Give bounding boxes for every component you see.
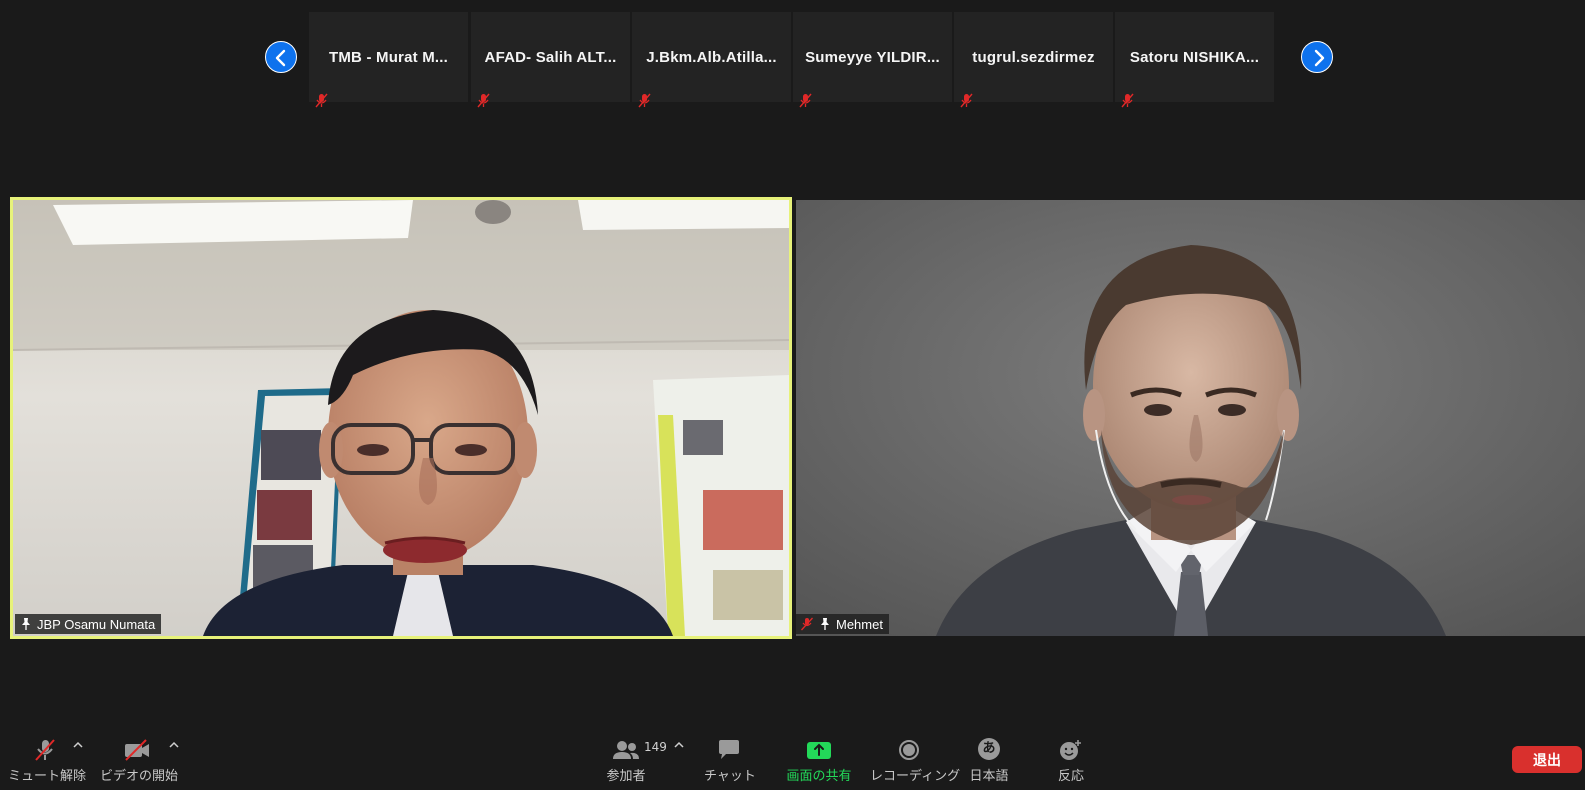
pin-icon (821, 618, 829, 630)
share-screen-button[interactable]: 画面の共有 (784, 736, 854, 786)
active-speaker-video[interactable]: JBP Osamu Numata (10, 197, 792, 639)
muted-mic-icon (1121, 93, 1134, 108)
muted-mic-icon (315, 93, 328, 108)
audio-options-caret-icon[interactable] (72, 740, 84, 750)
participants-icon (613, 741, 639, 759)
gallery-next-button[interactable] (1301, 41, 1333, 73)
gallery-tile[interactable]: J.Bkm.Alb.Atilla... (632, 12, 791, 108)
gallery-tile[interactable]: Satoru NISHIKA... (1115, 12, 1274, 108)
chevron-right-icon (1314, 49, 1325, 67)
video-off-icon (125, 739, 149, 761)
participants-label: 参加者 (606, 769, 646, 784)
participant-name: J.Bkm.Alb.Atilla... (646, 49, 777, 66)
reactions-smiley-icon (1060, 740, 1081, 760)
reactions-button[interactable]: 反応 (1046, 736, 1096, 786)
participant-name: AFAD- Salih ALT... (484, 49, 617, 66)
muted-mic-icon (477, 93, 490, 108)
language-icon: あ (978, 738, 1000, 760)
record-icon (899, 740, 919, 760)
share-screen-label: 画面の共有 (786, 769, 852, 784)
participant-name-tag: Mehmet (796, 614, 889, 634)
leave-meeting-button[interactable]: 退出 (1512, 746, 1582, 773)
chat-bubble-icon (719, 740, 739, 759)
chat-button[interactable]: チャット (704, 736, 756, 786)
muted-mic-icon (638, 93, 651, 108)
unmute-label: ミュート解除 (8, 769, 87, 784)
pin-icon (22, 618, 30, 630)
record-label: レコーディング (870, 769, 961, 784)
speaker-name-tag: JBP Osamu Numata (15, 614, 162, 634)
participant-name: Sumeyye YILDIR... (805, 49, 940, 66)
language-button[interactable]: あ 日本語 (964, 736, 1014, 786)
participants-count-badge: 149 (644, 740, 667, 754)
chat-label: チャット (704, 769, 756, 784)
language-label: 日本語 (969, 769, 1009, 784)
muted-mic-icon (801, 617, 813, 631)
gallery-tile[interactable]: TMB - Murat M... (309, 12, 468, 108)
unmute-button[interactable]: ミュート解除 (8, 736, 87, 786)
share-screen-icon (807, 742, 831, 759)
participant-name: TMB - Murat M... (328, 49, 449, 66)
gallery-prev-button[interactable] (265, 41, 297, 73)
speaker-video-frame (13, 200, 789, 636)
gallery-tile[interactable]: AFAD- Salih ALT... (471, 12, 630, 108)
participant-name: Mehmet (836, 616, 883, 632)
reactions-label: 反応 (1057, 769, 1084, 784)
muted-microphone-icon (35, 739, 55, 761)
gallery-tile[interactable]: Sumeyye YILDIR... (793, 12, 952, 108)
participants-options-caret-icon[interactable] (673, 740, 685, 750)
participant-video[interactable]: Mehmet (796, 200, 1585, 636)
video-options-caret-icon[interactable] (168, 740, 180, 750)
speaker-name: JBP Osamu Numata (37, 616, 156, 632)
chevron-left-icon (275, 49, 286, 67)
participant-name: tugrul.sezdirmez (972, 49, 1095, 66)
start-video-label: ビデオの開始 (100, 769, 179, 784)
participant-name: Satoru NISHIKA... (1129, 49, 1260, 66)
participant-video-frame (796, 200, 1585, 636)
muted-mic-icon (799, 93, 812, 108)
muted-mic-icon (960, 93, 973, 108)
start-video-button[interactable]: ビデオの開始 (100, 736, 179, 786)
gallery-tile[interactable]: tugrul.sezdirmez (954, 12, 1113, 108)
record-button[interactable]: レコーディング (870, 736, 961, 786)
